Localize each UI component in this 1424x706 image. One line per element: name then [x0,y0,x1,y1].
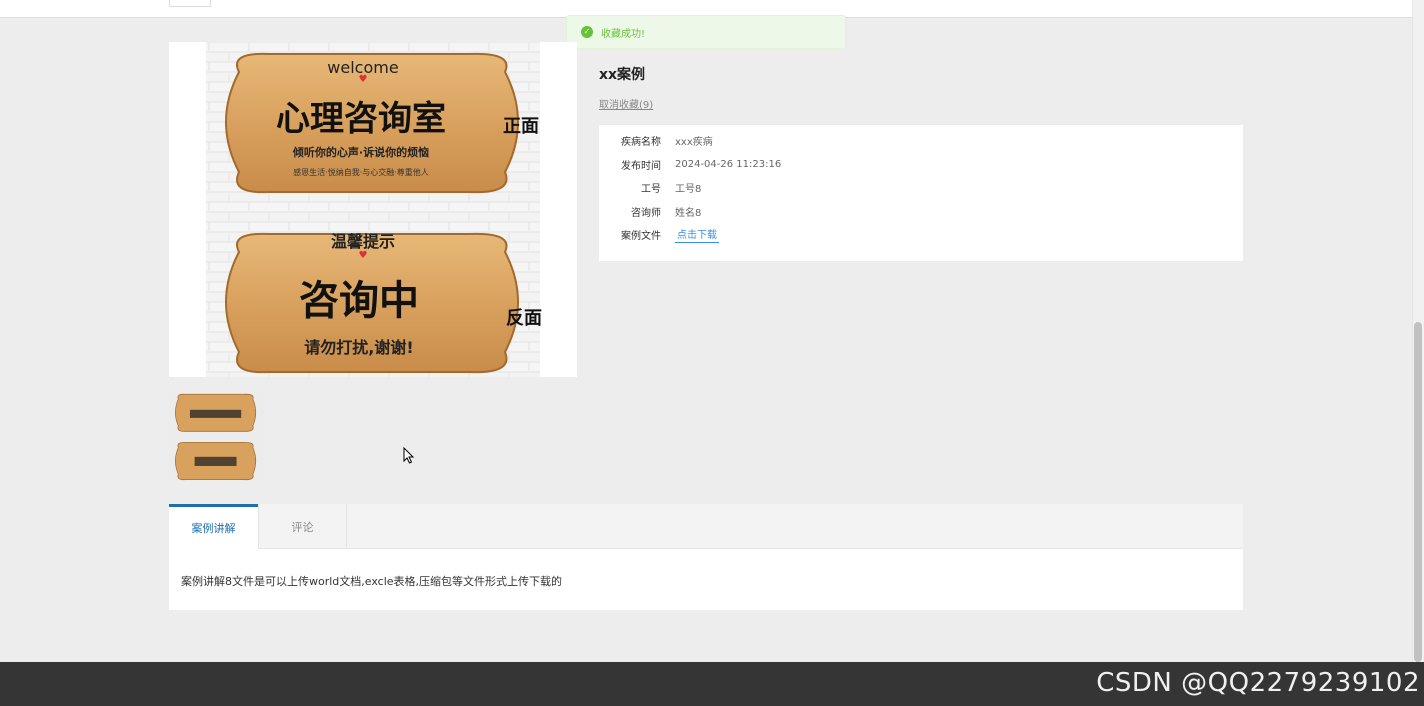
detail-label: 疾病名称 [621,136,661,148]
detail-row-counselor: 咨询师 姓名8 [599,203,701,219]
sign-illustration: welcome ♥ 心理咨询室 倾听你的心声·诉说你的烦恼 感恩生活·悦纳自我·… [206,42,542,377]
detail-value: 工号8 [675,183,702,195]
unfavorite-link[interactable]: 取消收藏(9) [599,96,653,111]
detail-label: 发布时间 [621,160,661,172]
sign-line1: 倾听你的心声·诉说你的烦恼 [292,145,429,159]
download-link[interactable]: 点击下载 [675,226,719,243]
svg-text:♥: ♥ [359,250,368,261]
main-image: welcome ♥ 心理咨询室 倾听你的心声·诉说你的烦恼 感恩生活·悦纳自我·… [169,42,577,377]
watermark-text: CSDN @QQ2279239102 [1096,668,1420,698]
check-circle-icon: ✓ [581,26,593,38]
tab-comments[interactable]: 评论 [258,504,347,549]
sign-side-back: 反面 [506,308,542,329]
footer: CSDN @QQ2279239102 [0,662,1424,706]
detail-value: 2024-04-26 11:23:16 [675,158,782,170]
image-thumbnail[interactable] [169,391,264,481]
tab-content: 案例讲解8文件是可以上传world文档,excle表格,压缩包等文件形式上传下载… [169,549,1243,610]
sign-side-front: 正面 [503,116,539,137]
sign-line3: 请勿打扰,谢谢! [304,338,413,357]
detail-label: 咨询师 [631,207,661,219]
success-toast: ✓ 收藏成功! [566,15,846,49]
toast-text: 收藏成功! [601,28,646,40]
detail-row-publish-time: 发布时间 2024-04-26 11:23:16 [599,156,781,172]
details-panel: 疾病名称 xxx疾病 发布时间 2024-04-26 11:23:16 工号 工… [599,125,1243,261]
case-explanation-text: 案例讲解8文件是可以上传world文档,excle表格,压缩包等文件形式上传下载… [181,575,563,588]
sign-heading: 温馨提示 [330,232,395,251]
detail-label: 案例文件 [621,230,661,242]
scrollbar-thumb[interactable] [1414,322,1422,662]
page-title: xx案例 [599,67,646,83]
tab-case-explanation[interactable]: 案例讲解 [169,504,258,549]
tab-bar: 案例讲解 评论 [169,504,1243,549]
sign-main-top: 心理咨询室 [276,99,446,139]
detail-label: 工号 [641,183,661,195]
sign-line2: 感恩生活·悦纳自我·与心交融·尊重他人 [293,167,429,177]
top-nav-button[interactable] [169,0,211,7]
scrollbar[interactable] [1412,0,1424,662]
detail-value: 姓名8 [675,207,702,219]
mouse-cursor-icon [403,447,415,464]
detail-row-disease: 疾病名称 xxx疾病 [599,132,713,148]
detail-value: xxx疾病 [675,136,713,148]
detail-row-employee-id: 工号 工号8 [599,179,701,195]
detail-row-case-file: 案例文件 点击下载 [599,226,719,243]
sign-main-bottom: 咨询中 [299,278,419,324]
svg-text:♥: ♥ [359,74,368,85]
